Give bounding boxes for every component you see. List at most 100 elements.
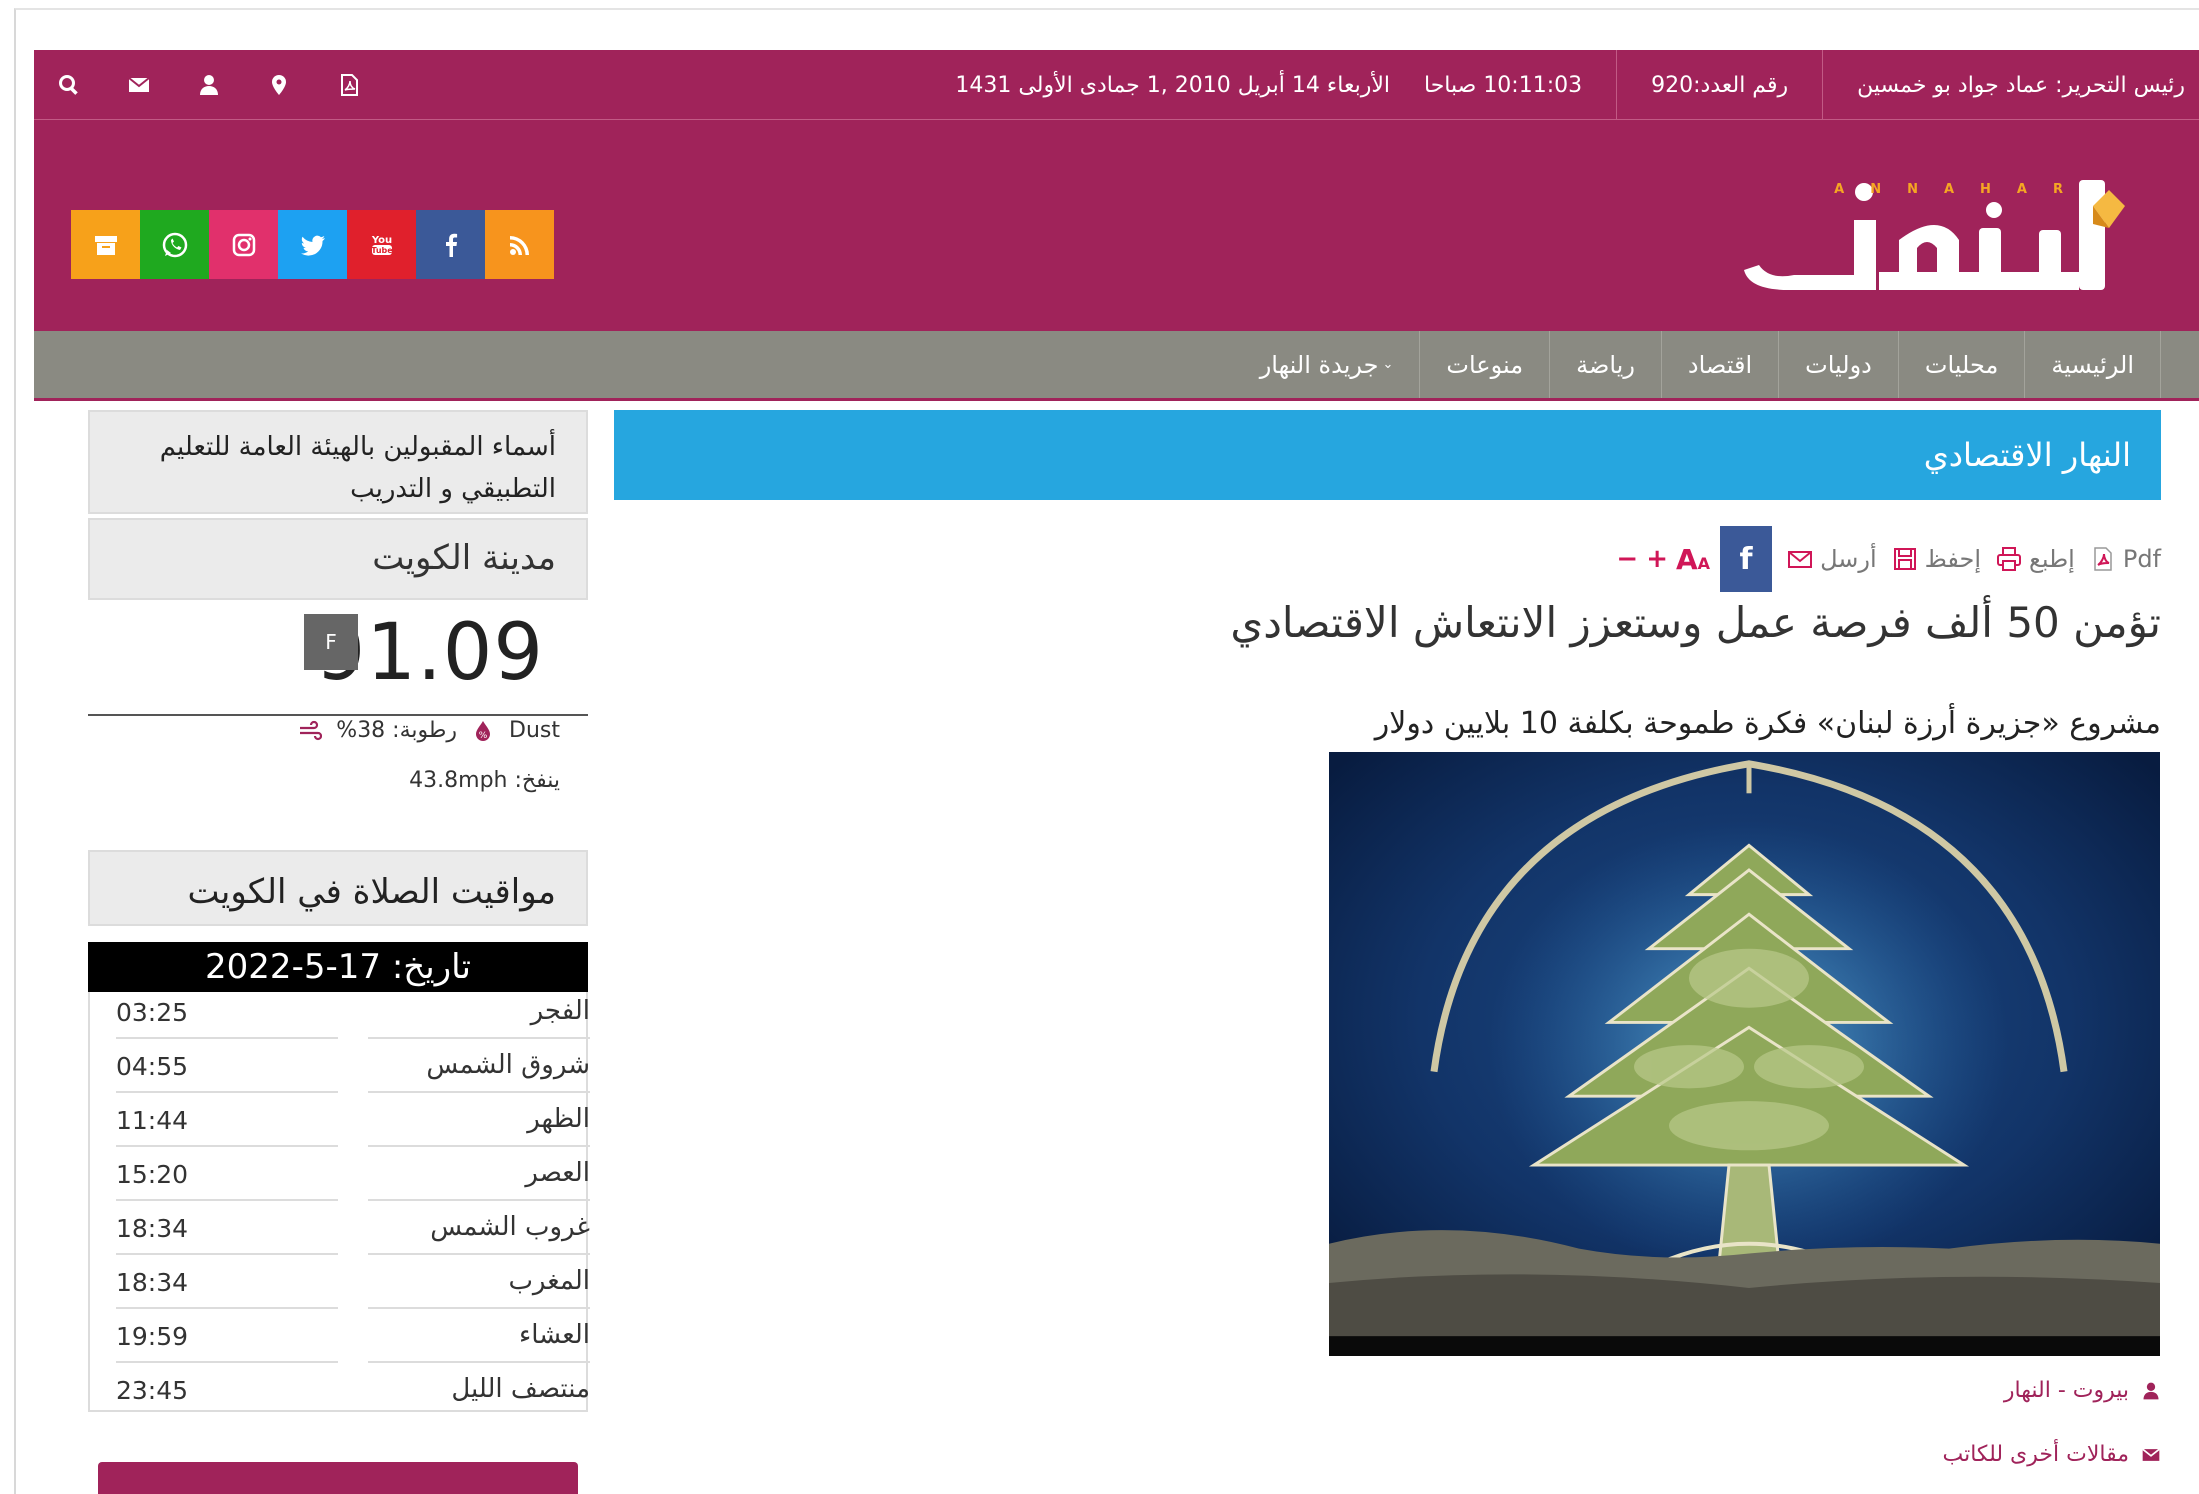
divider xyxy=(1616,50,1618,120)
row-divider xyxy=(116,1145,338,1147)
nav-item-economy[interactable]: اقتصاد xyxy=(1660,331,1778,398)
save-button[interactable]: إحفظ xyxy=(1891,545,1981,573)
nav-item-international[interactable]: دوليات xyxy=(1778,331,1898,398)
row-divider xyxy=(368,1199,590,1201)
font-size-icon: AA xyxy=(1676,542,1711,576)
nav-item-newspaper-label: جريدة النهار xyxy=(1259,350,1379,379)
chevron-down-icon: ⌄ xyxy=(1382,357,1394,372)
prayer-date: تاريخ: 17-5-2022 xyxy=(88,942,588,992)
more-articles-link[interactable]: مقالات أخرى للكاتب xyxy=(1943,1442,2162,1467)
row-divider xyxy=(116,1253,338,1255)
envelope-icon xyxy=(1788,551,1813,568)
prayer-row: العشاء 19:59 xyxy=(90,1316,590,1370)
prayer-time: 04:55 xyxy=(116,1052,189,1081)
article-toolbar: AA + − f أرسل إحفظ إطبع Pdf xyxy=(1588,526,2161,592)
current-date: الأربعاء 14 أبريل 2010 ,1 جمادى الأولى 1… xyxy=(955,72,1390,98)
facebook-share-button[interactable]: f xyxy=(1720,526,1773,592)
prayer-name: الظهر xyxy=(527,1104,590,1134)
wind-row: ينفخ: 43.8mph xyxy=(409,768,560,793)
prayer-row: الظهر 11:44 xyxy=(90,1100,590,1154)
prayer-time: 18:34 xyxy=(116,1268,189,1297)
prayer-time: 23:45 xyxy=(116,1376,189,1405)
site-header: You Tube ANNAHAR xyxy=(34,120,2199,331)
article-subheadline: مشروع «جزيرة أرزة لبنان» فكرة طموحة بكلف… xyxy=(1374,706,2161,741)
envelope-icon xyxy=(2142,1448,2160,1461)
prayer-row: غروب الشمس 18:34 xyxy=(90,1208,590,1262)
svg-text:You: You xyxy=(370,235,391,246)
prayer-name: الفجر xyxy=(530,996,590,1026)
cedar-island-image xyxy=(1329,752,2160,1346)
top-bar: الأربعاء 14 أبريل 2010 ,1 جمادى الأولى 1… xyxy=(34,50,2199,120)
divider xyxy=(1822,50,1824,120)
twitter-icon[interactable] xyxy=(278,210,347,279)
row-divider xyxy=(368,1361,590,1363)
send-button[interactable]: أرسل xyxy=(1786,545,1877,573)
send-label: أرسل xyxy=(1820,545,1877,573)
font-decrease-button[interactable]: − xyxy=(1616,544,1638,574)
nav-item-misc[interactable]: منوعات xyxy=(1419,331,1549,398)
wind-icon xyxy=(300,720,323,740)
pdf-icon[interactable] xyxy=(314,50,384,120)
prayer-times-title: مواقيت الصلاة في الكويت xyxy=(88,850,588,926)
weather-city: مدينة الكويت xyxy=(88,518,588,600)
prayer-name: المغرب xyxy=(508,1266,590,1296)
logo-latin-text: ANNAHAR xyxy=(1834,182,2089,197)
rss-icon[interactable] xyxy=(485,210,554,279)
main-nav: الرئيسية محليات دوليات اقتصاد رياضة منوع… xyxy=(34,331,2199,401)
pdf-file-icon xyxy=(2094,547,2112,571)
row-divider xyxy=(116,1307,338,1309)
prayer-row: المغرب 18:34 xyxy=(90,1262,590,1316)
youtube-icon[interactable]: You Tube xyxy=(347,210,416,279)
nav-item-local[interactable]: محليات xyxy=(1897,331,2024,398)
print-button[interactable]: إطبع xyxy=(1995,545,2075,573)
nav-item-sports[interactable]: رياضة xyxy=(1549,331,1661,398)
whatsapp-icon[interactable] xyxy=(140,210,209,279)
pdf-label: Pdf xyxy=(2122,545,2161,573)
article-headline: تؤمن 50 ألف فرصة عمل وستعزز الانتعاش الا… xyxy=(1230,598,2161,647)
row-divider xyxy=(368,1037,590,1039)
location-icon[interactable] xyxy=(244,50,314,120)
facebook-icon[interactable] xyxy=(416,210,485,279)
weather-condition: Dust xyxy=(509,718,560,743)
row-divider xyxy=(116,1037,338,1039)
save-label: إحفظ xyxy=(1924,545,1982,573)
current-time: 10:11:03 صباحا xyxy=(1423,72,1583,98)
search-icon[interactable] xyxy=(34,50,104,120)
instagram-icon[interactable] xyxy=(209,210,278,279)
weather-conditions: Dust % رطوبة: 38% xyxy=(298,718,560,743)
user-icon[interactable] xyxy=(174,50,244,120)
print-label: إطبع xyxy=(2029,545,2075,573)
humidity-value: رطوبة: 38% xyxy=(336,718,458,743)
prayer-time: 03:25 xyxy=(116,998,189,1027)
user-icon xyxy=(2143,1382,2159,1399)
pdf-button[interactable]: Pdf xyxy=(2089,545,2161,573)
prayer-row: منتصف الليل 23:45 xyxy=(90,1370,590,1424)
svg-text:Tube: Tube xyxy=(371,246,393,255)
prayer-name: العشاء xyxy=(518,1320,590,1350)
article-author[interactable]: بيروت - النهار xyxy=(2004,1378,2161,1403)
editor-in-chief: رئيس التحرير: عماد جواد بو خمسين xyxy=(1857,72,2185,98)
prayer-row: الفجر 03:25 xyxy=(90,992,590,1046)
sidebar-notice[interactable]: أسماء المقبولين بالهيئة العامة للتعليم ا… xyxy=(88,410,588,514)
row-divider xyxy=(368,1307,590,1309)
nav-item-home[interactable]: الرئيسية xyxy=(2024,331,2161,398)
article-photo[interactable] xyxy=(1329,752,2160,1356)
prayer-row: العصر 15:20 xyxy=(90,1154,590,1208)
prayer-row: شروق الشمس 04:55 xyxy=(90,1046,590,1100)
temperature-unit-toggle[interactable]: F xyxy=(304,614,358,670)
archive-icon[interactable] xyxy=(71,210,140,279)
prayer-name: غروب الشمس xyxy=(430,1212,590,1242)
sidebar-button[interactable] xyxy=(98,1462,578,1494)
mail-icon[interactable] xyxy=(104,50,174,120)
prayer-time: 11:44 xyxy=(116,1106,189,1135)
font-size-controls: AA + − xyxy=(1616,543,1710,576)
nav-item-newspaper[interactable]: جريدة النهار ⌄ xyxy=(1234,331,1420,398)
row-divider xyxy=(116,1361,338,1363)
row-divider xyxy=(116,1091,338,1093)
more-articles-label: مقالات أخرى للكاتب xyxy=(1942,1442,2130,1467)
prayer-times-list: الفجر 03:25 شروق الشمس 04:55 الظهر 11:44… xyxy=(88,992,590,1412)
print-icon xyxy=(1997,547,2022,571)
prayer-time: 18:34 xyxy=(116,1214,189,1243)
font-increase-button[interactable]: + xyxy=(1646,544,1668,574)
author-name: بيروت - النهار xyxy=(2003,1378,2129,1403)
